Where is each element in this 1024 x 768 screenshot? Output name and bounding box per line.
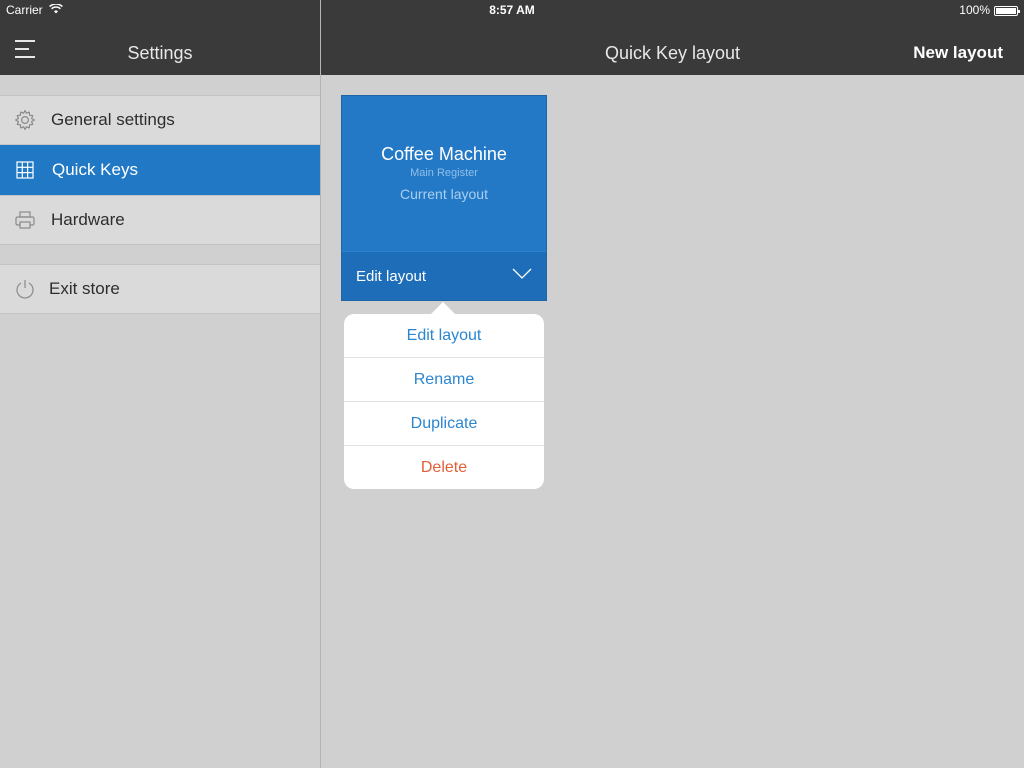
layout-actions-popover: Edit layout Rename Duplicate Delete	[344, 302, 544, 489]
menu-item-edit-layout[interactable]: Edit layout	[344, 314, 544, 358]
sidebar-item-exit-store[interactable]: Exit store	[0, 264, 320, 314]
sidebar-item-label: Quick Keys	[52, 160, 138, 179]
sidebar-item-label: Exit store	[49, 279, 120, 298]
sidebar-title: Settings	[127, 43, 193, 63]
menu-item-duplicate[interactable]: Duplicate	[344, 401, 544, 445]
battery-icon	[994, 6, 1020, 16]
sidebar-item-label: General settings	[51, 110, 175, 129]
menu-item-rename[interactable]: Rename	[344, 357, 544, 401]
gear-icon	[15, 109, 35, 131]
top-bar: Carrier 8:57 AM 100% Settings Quick Key …	[0, 0, 1024, 75]
popover-arrow	[431, 302, 455, 314]
new-layout-button[interactable]: New layout	[913, 43, 1003, 63]
edit-layout-label: Edit layout	[356, 268, 427, 285]
status-time: 8:57 AM	[489, 3, 535, 17]
layout-status: Current layout	[400, 186, 488, 202]
sidebar-item-quick-keys[interactable]: Quick Keys	[0, 145, 320, 195]
edit-layout-dropdown[interactable]: Edit layout	[342, 251, 546, 300]
sidebar: General settings Quick Keys Hardware Exi…	[0, 75, 320, 768]
printer-icon	[15, 211, 35, 229]
layout-title: Coffee Machine	[381, 144, 507, 164]
grid-icon	[16, 161, 34, 179]
layout-card[interactable]: Coffee Machine Main Register Current lay…	[341, 95, 547, 301]
sidebar-item-general-settings[interactable]: General settings	[0, 95, 320, 145]
split-divider	[320, 0, 321, 768]
sidebar-item-label: Hardware	[51, 210, 125, 229]
layout-register: Main Register	[410, 167, 478, 179]
power-icon	[16, 280, 34, 299]
sidebar-item-hardware[interactable]: Hardware	[0, 195, 320, 245]
battery-percent: 100%	[959, 3, 990, 17]
chevron-down-icon	[512, 268, 532, 279]
menu-item-delete[interactable]: Delete	[344, 445, 544, 489]
